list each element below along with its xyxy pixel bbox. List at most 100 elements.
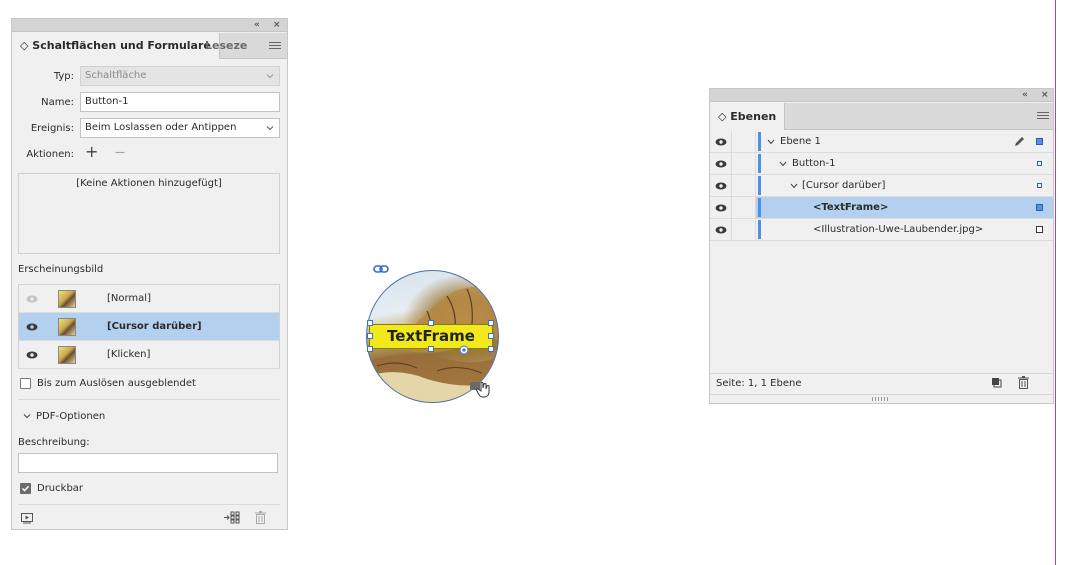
no-actions-text: [Keine Aktionen hinzugefügt] [76,178,222,189]
chevron-down-icon[interactable] [790,183,798,189]
panel-title-bar[interactable]: « × [12,19,287,32]
resize-grip-icon[interactable] [872,397,890,401]
hidden-until-triggered-checkbox[interactable] [20,378,31,389]
resize-handle[interactable] [367,333,373,339]
lock-toggle[interactable] [732,131,756,152]
selection-indicator[interactable] [1037,161,1042,166]
layer-name: [Cursor darüber] [802,180,886,191]
event-label: Ereignis: [30,123,74,134]
resize-handle[interactable] [488,320,494,326]
actions-list[interactable]: [Keine Aktionen hinzugefügt] [18,173,280,254]
eye-icon[interactable] [26,323,38,331]
event-value: Beim Loslassen oder Antippen [85,122,237,133]
type-label: Typ: [53,71,74,82]
tab-bookmarks[interactable]: Lesezeic [205,33,247,59]
chevron-down-icon [266,126,274,131]
layer-name: Button-1 [792,158,836,169]
collapse-panel-button[interactable]: « [1022,89,1028,102]
appearance-list: [Normal] [Cursor darüber] [Klicken] [18,284,280,369]
resize-handle[interactable] [488,333,494,339]
hand-cursor-icon [470,381,490,398]
selection-indicator[interactable] [1036,226,1043,233]
name-field[interactable]: Button-1 [80,92,280,112]
hidden-until-triggered-label: Bis zum Auslösen ausgeblendet [37,378,196,389]
layer-color-bar [758,220,761,239]
trash-icon[interactable] [255,511,266,524]
visibility-toggle[interactable] [710,131,732,152]
appearance-label-normal: [Normal] [107,293,151,304]
panel-menu-icon[interactable] [269,42,281,52]
description-label: Beschreibung: [18,437,90,448]
lock-toggle[interactable] [732,197,756,218]
content-grabber-icon[interactable] [459,345,469,355]
lock-toggle[interactable] [732,175,756,196]
eye-icon[interactable] [26,351,38,359]
selection-indicator[interactable] [1036,204,1043,211]
layer-color-bar [758,154,761,173]
selection-indicator[interactable] [1037,183,1042,188]
resize-handle[interactable] [367,320,373,326]
appearance-row-normal[interactable]: [Normal] [19,285,279,313]
layer-row[interactable]: Button-1 [710,153,1053,175]
visibility-toggle[interactable] [710,153,732,174]
printable-checkbox[interactable] [20,483,31,494]
panel-tab-bar: ◇ Ebenen [710,103,1053,130]
layer-row[interactable]: <Illustration-Uwe-Laubender.jpg> [710,219,1053,241]
type-value: Schaltfläche [85,70,147,81]
printable-label: Druckbar [37,483,84,494]
appearance-thumbnail [58,346,76,364]
checkmark-icon [21,485,30,492]
pencil-icon [1015,137,1024,146]
chevron-down-icon[interactable] [767,139,775,145]
divider [18,399,280,400]
lock-toggle[interactable] [732,153,756,174]
event-dropdown[interactable]: Beim Loslassen oder Antippen [80,118,280,138]
layer-row[interactable]: Ebene 1 [710,131,1053,153]
layers-status-text: Seite: 1, 1 Ebene [716,378,802,389]
appearance-label: Erscheinungsbild [18,264,104,275]
divider [710,373,1053,374]
visibility-toggle[interactable] [710,219,732,240]
visibility-toggle[interactable] [710,197,732,218]
name-label: Name: [41,97,74,108]
add-action-button[interactable]: + [85,143,98,161]
layer-row[interactable]: [Cursor darüber] [710,175,1053,197]
panel-menu-icon[interactable] [1037,112,1049,122]
tab-buttons-and-forms[interactable]: ◇ Schaltflächen und Formulare [12,33,220,59]
preview-icon[interactable] [21,513,33,524]
appearance-thumbnail [58,318,76,336]
layer-color-bar [758,132,761,151]
selection-indicator[interactable] [1036,138,1043,145]
eye-icon [715,138,727,146]
chevron-down-icon[interactable] [779,161,787,167]
tab-layers[interactable]: ◇ Ebenen [710,103,786,130]
remove-action-button[interactable]: — [115,147,125,158]
visibility-toggle[interactable] [710,175,732,196]
close-panel-button[interactable]: × [273,19,281,32]
resize-handle[interactable] [488,346,494,352]
appearance-label-rollover: [Cursor darüber] [107,321,202,332]
collapse-panel-button[interactable]: « [254,19,260,32]
resize-handle[interactable] [367,346,373,352]
pdf-options-toggle[interactable]: PDF-Optionen [36,411,105,422]
lock-toggle[interactable] [732,219,756,240]
layer-row[interactable]: <TextFrame> [710,197,1053,219]
panel-tab-bar: ◇ Schaltflächen und Formulare Lesezeic [12,33,287,59]
convert-to-object-icon[interactable] [224,511,241,524]
panel-title-bar[interactable]: « × [710,89,1053,102]
new-layer-icon[interactable] [991,377,1002,388]
layer-color-bar [758,198,761,217]
name-value: Button-1 [85,96,129,107]
resize-handle[interactable] [428,346,434,352]
type-dropdown[interactable]: Schaltfläche [80,66,280,86]
eye-icon [715,226,727,234]
close-panel-button[interactable]: × [1041,89,1049,102]
chevron-down-icon[interactable] [23,412,31,420]
divider [18,504,280,505]
trash-icon[interactable] [1018,376,1029,389]
description-field[interactable] [18,453,278,473]
appearance-row-rollover[interactable]: [Cursor darüber] [19,313,279,341]
appearance-row-click[interactable]: [Klicken] [19,341,279,369]
eye-icon[interactable] [26,295,38,303]
resize-handle[interactable] [428,320,434,326]
